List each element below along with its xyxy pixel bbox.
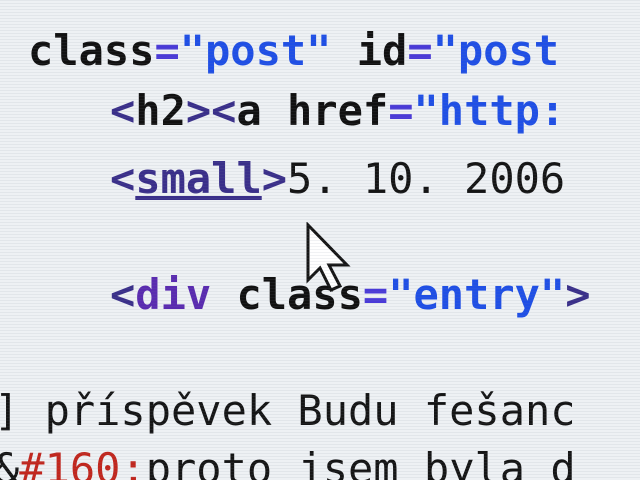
code-token-bracket: > [261, 154, 288, 203]
code-token-tag: h2 [135, 86, 186, 135]
code-token-str: "entry" [388, 270, 566, 319]
code-token-str: "post" [179, 26, 332, 75]
code-token-str: "http: [413, 86, 566, 135]
code-token-bracket: < [110, 270, 136, 319]
code-line-2[interactable]: <h2><a href="http: [110, 90, 565, 132]
code-token-eq: = [388, 86, 414, 135]
code-token-text: ] příspěvek Budu fešanc [0, 386, 576, 435]
code-line-5[interactable]: ] příspěvek Budu fešanc [0, 390, 576, 432]
code-token-bracket: >< [185, 86, 237, 135]
code-token-attr: id [356, 26, 408, 75]
code-token-tag: a [236, 86, 262, 135]
code-editor-screen[interactable]: class="post" id="post <h2><a href="http:… [0, 0, 640, 480]
code-token-eq: = [362, 270, 389, 319]
code-line-6[interactable]: &#160;proto jsem byla d [0, 448, 576, 480]
arrow-pointer-icon [306, 222, 351, 292]
code-token-bracket: < [110, 154, 136, 203]
code-line-3[interactable]: <small>5. 10. 2006 [110, 158, 565, 200]
code-token-attr: href [287, 86, 389, 135]
code-token-entity: #160; [19, 444, 146, 480]
code-line-1[interactable]: class="post" id="post [28, 30, 559, 72]
code-token-text: & [0, 444, 19, 480]
code-token-tag-u: small [135, 154, 262, 203]
code-token-attr: class [28, 26, 155, 75]
code-token-kw: div [135, 270, 212, 319]
code-token-bracket: < [110, 86, 136, 135]
code-token-eq: = [154, 26, 180, 75]
code-token-text: 5. 10. 2006 [287, 154, 566, 203]
code-token-text: proto jsem byla d [145, 444, 576, 480]
code-token-str: "post [432, 26, 560, 75]
code-token-eq: = [407, 26, 433, 75]
code-token-bracket: > [565, 270, 591, 319]
